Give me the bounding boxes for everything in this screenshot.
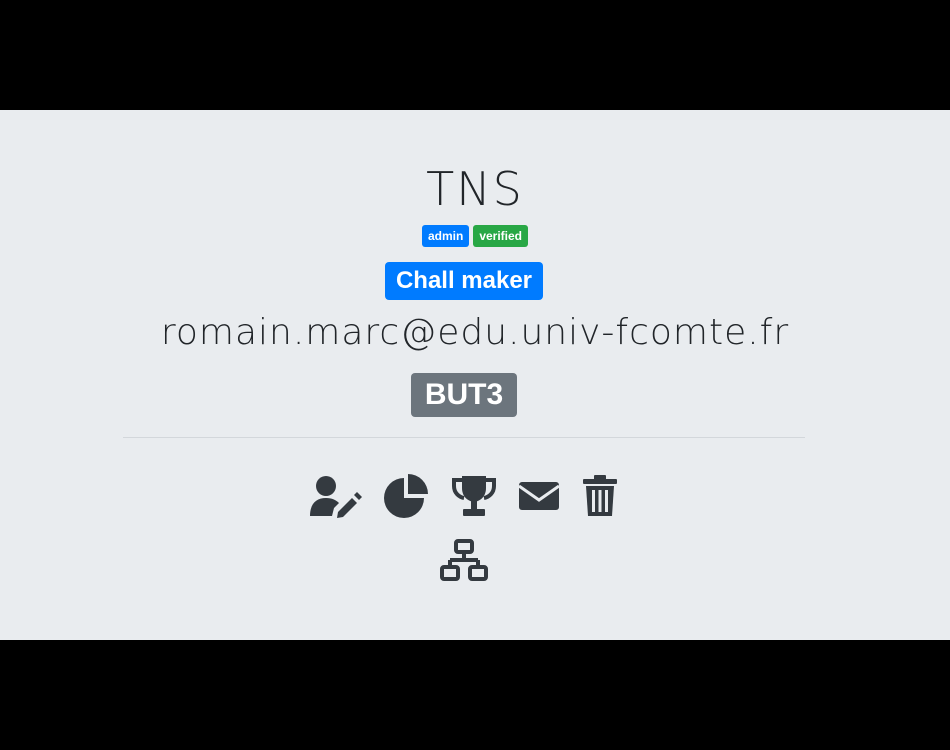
verified-badge: verified	[473, 225, 529, 247]
role-badge: Chall maker	[385, 262, 543, 300]
user-email: romain.marc@edu.univ-fcomte.fr	[160, 312, 790, 353]
letterbox-top	[0, 0, 950, 110]
network-icon[interactable]	[436, 537, 492, 585]
divider	[123, 437, 805, 438]
user-edit-icon[interactable]	[308, 472, 364, 520]
user-profile-panel: TNS admin verified Chall maker romain.ma…	[0, 110, 950, 640]
pie-chart-icon[interactable]	[379, 472, 435, 520]
group-badge: BUT3	[411, 373, 517, 417]
admin-badge: admin	[421, 225, 470, 247]
username-heading: TNS	[426, 162, 524, 216]
envelope-icon[interactable]	[511, 472, 567, 520]
trash-icon[interactable]	[572, 472, 628, 520]
user-badges: admin verified	[0, 225, 950, 247]
letterbox-bottom	[0, 640, 950, 750]
trophy-icon[interactable]	[446, 472, 502, 520]
